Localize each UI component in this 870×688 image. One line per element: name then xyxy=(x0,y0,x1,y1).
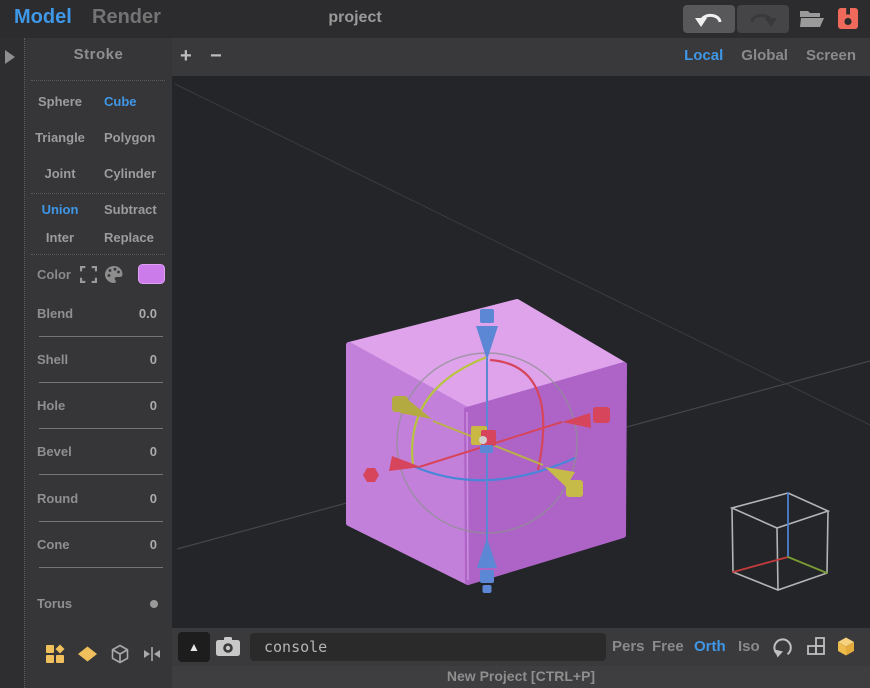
torus-toggle[interactable] xyxy=(150,600,158,608)
solid-cube-icon[interactable] xyxy=(836,636,856,657)
mirror-icon[interactable] xyxy=(142,644,162,664)
remove-stroke-button[interactable]: − xyxy=(210,45,222,68)
scene xyxy=(174,83,870,593)
stroke-panel: Stroke Sphere Cube Triangle Polygon Join… xyxy=(24,38,172,688)
shape-row: Triangle Polygon xyxy=(25,130,172,150)
divider xyxy=(31,254,165,255)
viewport-toolbar: + − Local Global Screen xyxy=(172,38,870,76)
console-bar: ▲ Pers Free Orth Iso xyxy=(172,628,870,666)
param-slider[interactable] xyxy=(39,521,163,522)
nav-cube-y-axis xyxy=(787,556,828,574)
bool-inter[interactable]: Inter xyxy=(25,230,95,245)
param-label: Blend xyxy=(37,306,74,321)
param-slider[interactable] xyxy=(39,474,163,475)
shape-cube[interactable]: Cube xyxy=(104,94,137,109)
param-label: Bevel xyxy=(37,444,72,459)
bool-union[interactable]: Union xyxy=(25,202,95,217)
collapse-arrow-icon[interactable] xyxy=(5,50,15,64)
param-label: Cone xyxy=(37,537,70,552)
console-input[interactable] xyxy=(250,633,606,661)
panel-footer-tools xyxy=(45,644,162,664)
diamond-icon[interactable] xyxy=(77,644,98,664)
shape-cylinder[interactable]: Cylinder xyxy=(104,166,156,181)
param-slider[interactable] xyxy=(39,428,163,429)
divider xyxy=(31,193,165,194)
undo-icon xyxy=(695,13,722,27)
param-value: 0.0 xyxy=(138,306,157,321)
param-value: 0 xyxy=(149,398,157,413)
shape-joint[interactable]: Joint xyxy=(25,166,95,181)
status-message: New Project [CTRL+P] xyxy=(446,668,596,684)
redo-button[interactable] xyxy=(737,5,789,33)
cube-wireframe-icon[interactable] xyxy=(110,644,130,664)
shape-row: Joint Cylinder xyxy=(25,166,172,186)
bool-row: Inter Replace xyxy=(25,230,172,250)
color-row: Color xyxy=(25,264,172,294)
projection-orth[interactable]: Orth xyxy=(694,638,726,655)
undo-button[interactable] xyxy=(683,5,735,33)
color-label: Color xyxy=(37,267,71,282)
expand-console-button[interactable]: ▲ xyxy=(178,632,210,662)
space-mode-tabs: Local Global Screen xyxy=(684,47,856,64)
projection-pers[interactable]: Pers xyxy=(612,638,645,655)
top-bar: Model Render project xyxy=(0,0,870,38)
space-mode-global[interactable]: Global xyxy=(741,47,788,64)
param-label: Round xyxy=(37,491,79,506)
save-icon[interactable] xyxy=(838,8,858,29)
panel-title: Stroke xyxy=(73,46,124,63)
bool-subtract[interactable]: Subtract xyxy=(104,202,157,217)
param-value: 0 xyxy=(149,537,157,552)
param-value: 0 xyxy=(149,491,157,506)
projection-iso[interactable]: Iso xyxy=(738,638,760,655)
nav-cube-x-axis xyxy=(732,556,789,573)
screenshot-camera-icon[interactable] xyxy=(216,637,240,656)
param-value: 0 xyxy=(149,352,157,367)
color-swatch[interactable] xyxy=(138,264,165,284)
space-mode-screen[interactable]: Screen xyxy=(806,47,856,64)
param-slider[interactable] xyxy=(39,382,163,383)
app-window: Model Render project Stroke Sphere Cube … xyxy=(0,0,870,688)
project-title: project xyxy=(328,9,382,26)
color-picker-frame-icon[interactable] xyxy=(80,266,97,283)
add-stroke-button[interactable]: + xyxy=(180,45,192,68)
param-slider[interactable] xyxy=(39,567,163,568)
param-value: 0 xyxy=(149,444,157,459)
divider xyxy=(31,80,165,81)
param-label: Hole xyxy=(37,398,66,413)
projection-free[interactable]: Free xyxy=(652,638,684,655)
torus-label: Torus xyxy=(37,596,73,611)
param-slider[interactable] xyxy=(39,336,163,337)
space-mode-local[interactable]: Local xyxy=(684,47,723,64)
reset-view-icon[interactable] xyxy=(772,636,794,658)
status-bar: New Project [CTRL+P] xyxy=(172,666,870,688)
viewport-3d[interactable] xyxy=(172,76,870,628)
shape-sphere[interactable]: Sphere xyxy=(25,94,95,109)
redo-icon xyxy=(750,13,777,27)
primitives-icon[interactable] xyxy=(45,644,65,664)
bool-row: Union Subtract xyxy=(25,202,172,222)
sidebar-rail xyxy=(0,38,24,688)
shape-polygon[interactable]: Polygon xyxy=(104,130,155,145)
param-label: Shell xyxy=(37,352,69,367)
palette-icon[interactable] xyxy=(104,265,124,284)
bool-replace[interactable]: Replace xyxy=(104,230,154,245)
nav-cube[interactable] xyxy=(729,492,831,591)
shape-triangle[interactable]: Triangle xyxy=(25,130,95,145)
viewport-layout-icon[interactable] xyxy=(806,636,826,656)
open-folder-icon[interactable] xyxy=(799,8,825,28)
shape-row: Sphere Cube xyxy=(25,94,172,114)
